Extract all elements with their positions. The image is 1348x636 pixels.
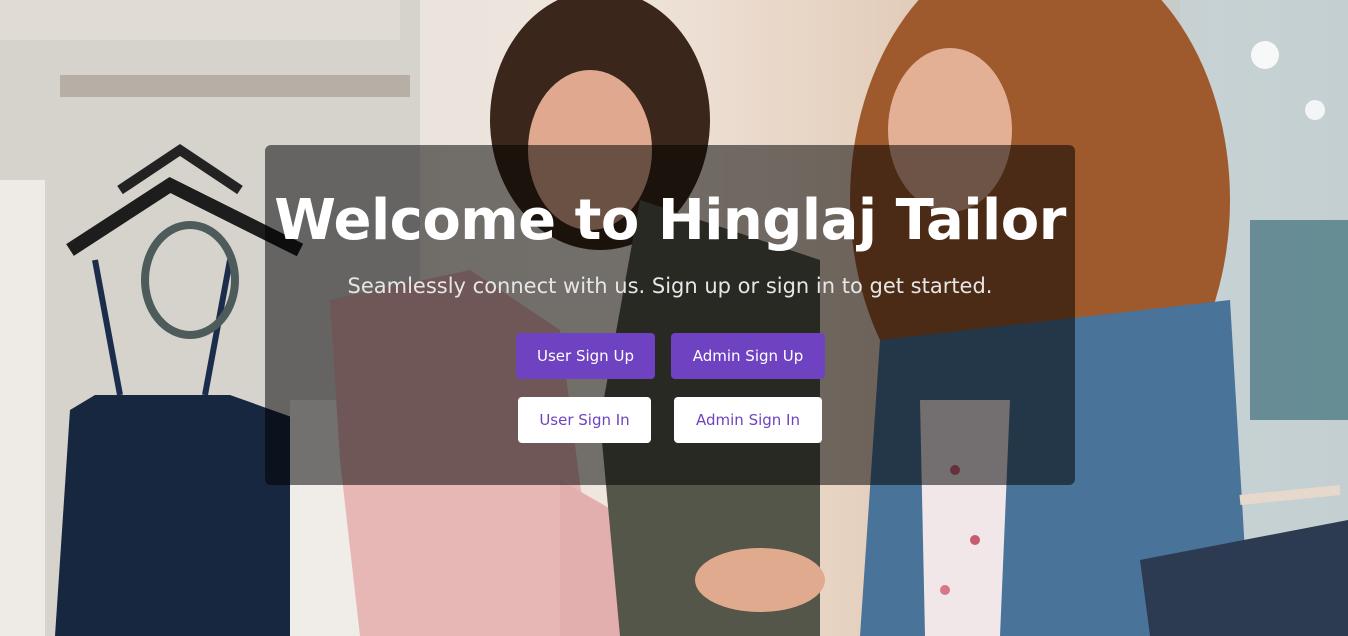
user-sign-in-button[interactable]: User Sign In (518, 397, 651, 443)
admin-sign-up-button[interactable]: Admin Sign Up (671, 333, 825, 379)
welcome-card: Welcome to Hinglaj Tailor Seamlessly con… (265, 145, 1075, 485)
admin-sign-in-button[interactable]: Admin Sign In (674, 397, 822, 443)
page-subtitle: Seamlessly connect with us. Sign up or s… (347, 274, 993, 298)
clothing-rail (60, 75, 410, 97)
user-sign-up-button[interactable]: User Sign Up (516, 333, 655, 379)
page-title: Welcome to Hinglaj Tailor (274, 188, 1066, 253)
navy-dress (55, 395, 300, 636)
hero-section: Welcome to Hinglaj Tailor Seamlessly con… (0, 0, 1348, 636)
hand (695, 548, 825, 612)
